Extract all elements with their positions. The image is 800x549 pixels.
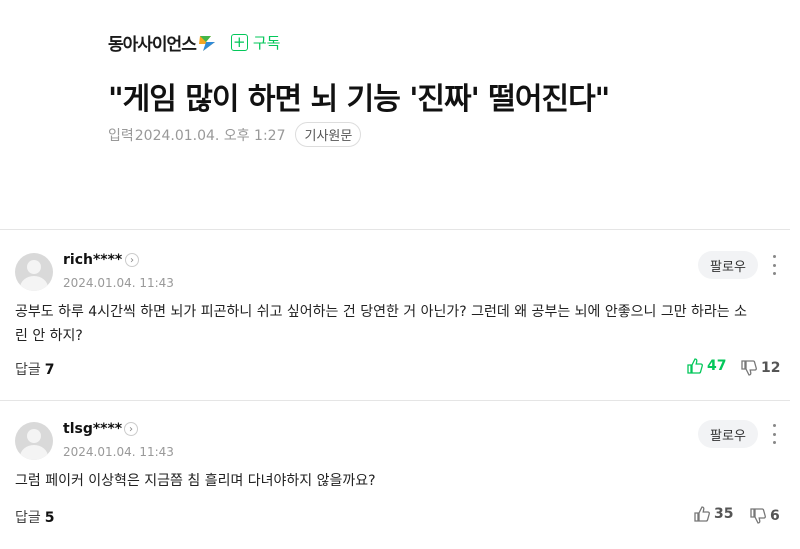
comment-nickname[interactable]: tlsg**** [63, 421, 122, 437]
dislike-button[interactable]: 12 [741, 360, 780, 376]
thumbs-up-icon [694, 506, 710, 522]
follow-button[interactable]: 팔로우 [698, 251, 758, 279]
follow-button[interactable]: 팔로우 [698, 420, 758, 448]
comment-text: 공부도 하루 4시간씩 하면 뇌가 피곤하니 쉬고 싶어하는 건 당연한 거 아… [15, 304, 748, 344]
thumbs-up-icon [687, 358, 703, 374]
reply-count: 7 [44, 362, 55, 378]
article-headline: "게임 많이 하면 뇌 기능 '진짜' 떨어진다" [108, 82, 610, 117]
comment-item: tlsg**** › 2024.01.04. 11:43 팔로우 그럼 페이커 … [0, 401, 790, 549]
comment-date: 2024.01.04. 11:43 [63, 276, 174, 290]
article-meta: 입력 2024.01.04. 오후 1:27 기사원문 [108, 122, 362, 147]
more-options-icon[interactable] [770, 255, 778, 275]
reply-button[interactable]: 답글 5 [15, 507, 55, 527]
reply-count: 5 [44, 510, 55, 526]
like-button[interactable]: 35 [694, 506, 733, 522]
comment-text: 그럼 페이커 이상혁은 지금쯤 침 흘리며 다녀야하지 않을까요? [15, 473, 376, 489]
reply-label: 답글 [15, 362, 41, 378]
comment-nickname[interactable]: rich**** [63, 252, 122, 268]
thumbs-down-icon [750, 508, 766, 524]
subscribe-label: 구독 [252, 34, 281, 52]
thumbs-down-icon [741, 360, 757, 376]
dislike-button[interactable]: 6 [750, 508, 780, 524]
avatar[interactable] [15, 422, 53, 460]
subscribe-button[interactable]: + 구독 [230, 32, 281, 53]
chevron-right-icon[interactable]: › [124, 422, 138, 436]
more-options-icon[interactable] [770, 424, 778, 444]
original-article-button[interactable]: 기사원문 [295, 122, 362, 147]
reply-button[interactable]: 답글 7 [15, 359, 55, 379]
chevron-right-icon[interactable]: › [125, 253, 139, 267]
like-button[interactable]: 47 [687, 358, 726, 374]
dislike-count: 6 [770, 508, 780, 524]
plus-icon: + [230, 34, 248, 51]
avatar[interactable] [15, 253, 53, 291]
publish-date: 2024.01.04. 오후 1:27 [134, 127, 286, 144]
reply-label: 답글 [15, 510, 41, 526]
press-logo-icon [198, 35, 215, 51]
comment-date: 2024.01.04. 11:43 [63, 445, 174, 459]
dislike-count: 12 [761, 360, 781, 376]
press-bar: 동아사이언스 + 구독 [108, 30, 280, 55]
comment-item: rich**** › 2024.01.04. 11:43 팔로우 공부도 하루 … [0, 230, 790, 400]
press-name[interactable]: 동아사이언스 [108, 30, 197, 55]
like-count: 35 [714, 506, 734, 522]
meta-label: 입력 [108, 127, 134, 144]
like-count: 47 [707, 358, 727, 374]
